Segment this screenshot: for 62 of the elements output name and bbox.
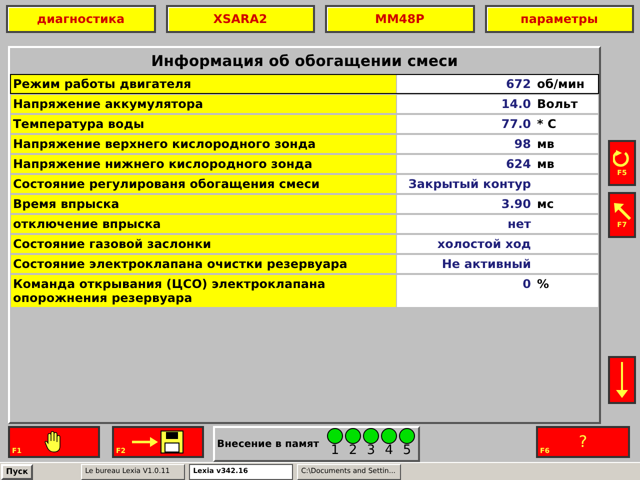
parameter-name: отключение впрыска xyxy=(11,215,396,233)
parameter-value: 14.0 xyxy=(500,97,531,111)
memory-slot-indicator[interactable] xyxy=(363,428,379,444)
parameter-row[interactable]: Режим работы двигателя 672 об/мин xyxy=(10,74,599,94)
parameter-row[interactable]: Состояние газовой заслонки холостой ход xyxy=(10,234,599,254)
panel-title: Информация об обогащении смеси xyxy=(150,51,459,72)
memory-slot-number: 2 xyxy=(348,444,358,458)
parameter-unit: мв xyxy=(537,137,554,151)
memory-slot-indicator[interactable] xyxy=(399,428,415,444)
parameter-value: 98 xyxy=(513,137,531,151)
parameter-unit: * C xyxy=(537,117,556,131)
parameter-unit: мс xyxy=(537,197,554,211)
memory-slot-indicator[interactable] xyxy=(345,428,361,444)
parameter-name: Состояние газовой заслонки xyxy=(11,235,396,253)
parameter-row[interactable]: Состояние электроклапана очистки резервуара Не активный xyxy=(10,254,599,274)
memory-slot-indicator[interactable] xyxy=(327,428,343,444)
parameter-value: 3.90 xyxy=(500,197,531,211)
start-button[interactable]: Пуск xyxy=(1,464,34,480)
parameter-value: Не активный xyxy=(440,257,531,271)
parameter-value: 672 xyxy=(504,77,531,91)
parameter-name: Состояние регулированя обогащения смеси xyxy=(11,175,396,193)
parameter-value: холостой ход xyxy=(436,237,531,251)
parameter-value: Закрытый контур xyxy=(407,177,531,191)
parameter-name: Температура воды xyxy=(11,115,396,133)
parameter-row[interactable]: Напряжение нижнего кислородного зонда 624 мв xyxy=(10,154,599,174)
refresh-icon xyxy=(613,149,631,169)
parameter-unit: мв xyxy=(537,157,554,171)
parameter-name: Команда открывания (ЦСО) электроклапана опорожнения резервуара xyxy=(11,275,396,307)
header-button[interactable]: XSARA2 xyxy=(166,5,315,33)
down-button[interactable] xyxy=(608,356,636,404)
memory-slot-indicator[interactable] xyxy=(381,428,397,444)
arrow-down-icon xyxy=(615,360,629,400)
parameter-unit: об/мин xyxy=(537,77,585,91)
parameter-row[interactable]: Команда открывания (ЦСО) электроклапана опорожнения резервуара 0 % xyxy=(10,274,599,308)
parameter-row[interactable]: Состояние регулированя обогащения смеси Закрытый контур xyxy=(10,174,599,194)
parameter-row[interactable]: отключение впрыска нет xyxy=(10,214,599,234)
parameter-row[interactable]: Напряжение верхнего кислородного зонда 98 мв xyxy=(10,134,599,154)
memory-slot-number: 1 xyxy=(330,444,340,458)
parameter-name: Режим работы двигателя xyxy=(11,75,396,93)
header-button[interactable]: параметры xyxy=(484,5,634,33)
memory-slot-number: 5 xyxy=(402,444,412,458)
parameter-name: Напряжение верхнего кислородного зонда xyxy=(11,135,396,153)
parameter-name: Время впрыска xyxy=(11,195,396,213)
memory-slot-number: 3 xyxy=(366,444,376,458)
parameter-name: Состояние электроклапана очистки резервуара xyxy=(11,255,396,273)
parameter-value: нет xyxy=(506,217,531,231)
parameter-name: Напряжение нижнего кислородного зонда xyxy=(11,155,396,173)
parameter-value: 624 xyxy=(504,157,531,171)
parameter-unit: % xyxy=(537,277,550,291)
parameter-name: Напряжение аккумулятора xyxy=(11,95,396,113)
parameter-row[interactable]: Время впрыска 3.90 мс xyxy=(10,194,599,214)
parameter-row[interactable]: Напряжение аккумулятора 14.0 Вольт xyxy=(10,94,599,114)
parameter-row[interactable]: Температура воды 77.0 * C xyxy=(10,114,599,134)
memory-label: Внесение в памят xyxy=(217,438,320,452)
header-button[interactable]: MM48P xyxy=(325,5,474,33)
arrow-up-left-icon xyxy=(612,201,632,221)
memory-slot-number: 4 xyxy=(384,444,394,458)
save-to-disk-icon xyxy=(130,430,186,454)
parameter-unit: Вольт xyxy=(537,97,578,111)
parameter-value: 77.0 xyxy=(500,117,531,131)
header-button[interactable]: диагностика xyxy=(6,5,156,33)
parameter-value: 0 xyxy=(522,277,531,291)
